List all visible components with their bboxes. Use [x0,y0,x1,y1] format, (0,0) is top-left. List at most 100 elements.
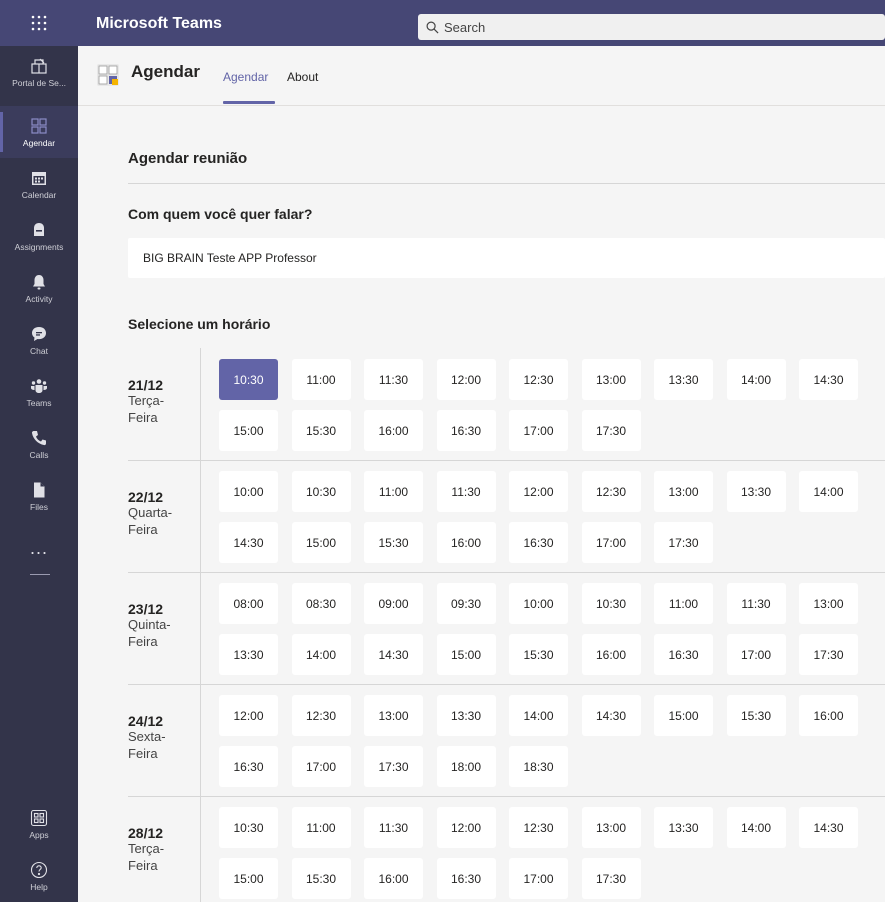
time-slot-button[interactable]: 17:00 [509,410,568,451]
time-slot-button[interactable]: 14:30 [581,695,641,736]
time-slot-button[interactable]: 12:30 [509,807,568,848]
rail-item-help[interactable]: Help [0,850,78,902]
time-slot-button[interactable]: 16:30 [436,410,496,451]
time-slot-button[interactable]: 15:00 [219,858,278,899]
rail-item-calls[interactable]: Calls [0,418,78,470]
time-slot-button[interactable]: 17:30 [581,410,641,451]
time-slot-button[interactable]: 15:00 [291,522,351,563]
time-slot-button[interactable]: 11:00 [291,807,351,848]
time-slot-button[interactable]: 10:30 [291,471,351,512]
time-slot-button[interactable]: 16:30 [219,746,278,787]
time-slot-button[interactable]: 15:30 [726,695,786,736]
time-slot-button[interactable]: 15:00 [219,410,278,451]
time-slot-button[interactable]: 16:00 [581,634,641,675]
time-slot-button[interactable]: 12:30 [581,471,641,512]
day-divider [200,796,201,902]
time-slot-button[interactable]: 15:30 [291,858,351,899]
time-slot-button[interactable]: 16:00 [799,695,858,736]
rail-item-files[interactable]: Files [0,470,78,522]
rail-item-label: Chat [30,345,48,356]
time-slot-button[interactable]: 15:30 [509,634,568,675]
time-slot-button[interactable]: 11:00 [364,471,423,512]
time-slot-button[interactable]: 16:30 [654,634,713,675]
time-slot-button[interactable]: 11:30 [726,583,786,624]
rail-item-assignments[interactable]: Assignments [0,210,78,262]
tab-about[interactable]: About [287,70,318,84]
agendar-icon [31,117,47,134]
waffle-icon[interactable] [0,0,78,46]
time-slot-button[interactable]: 16:00 [436,522,496,563]
time-slot-button[interactable]: 17:00 [581,522,641,563]
rail-item-more[interactable]: ... [0,522,78,574]
time-slot-button[interactable]: 11:00 [291,359,351,400]
search-input[interactable]: Search [418,14,885,40]
time-slot-button[interactable]: 16:00 [364,410,423,451]
rail-item-agendar[interactable]: Agendar [0,106,78,158]
time-slot-button[interactable]: 08:30 [291,583,351,624]
time-slot-button[interactable]: 10:30 [581,583,641,624]
time-slot-button[interactable]: 14:30 [799,807,858,848]
time-slot-button[interactable]: 14:00 [799,471,858,512]
time-slot-button[interactable]: 17:30 [799,634,858,675]
time-slot-button[interactable]: 14:30 [219,522,278,563]
time-slot-button[interactable]: 17:00 [726,634,786,675]
time-slot-button[interactable]: 17:30 [364,746,423,787]
time-slot-button[interactable]: 14:00 [726,807,786,848]
time-slot-button[interactable]: 16:30 [436,858,496,899]
time-slot-button[interactable]: 12:00 [219,695,278,736]
time-slot-button[interactable]: 11:30 [364,807,423,848]
day-weekday: Terça-Feira [128,393,165,425]
time-slot-button[interactable]: 09:30 [436,583,496,624]
time-slot-button[interactable]: 14:00 [509,695,568,736]
time-slot-button[interactable]: 13:30 [219,634,278,675]
time-slot-button[interactable]: 15:30 [291,410,351,451]
time-slot-button[interactable]: 15:00 [436,634,496,675]
time-slot-button[interactable]: 18:30 [509,746,568,787]
time-slot-button[interactable]: 14:00 [291,634,351,675]
time-slot-button[interactable]: 12:00 [509,471,568,512]
rail-item-calendar[interactable]: Calendar [0,158,78,210]
time-slot-button[interactable]: 09:00 [364,583,423,624]
rail-item-portal[interactable]: Portal de Se... [0,46,78,98]
time-slot-button[interactable]: 11:00 [654,583,713,624]
time-slot-button[interactable]: 13:00 [654,471,713,512]
rail-item-chat[interactable]: Chat [0,314,78,366]
time-slot-button[interactable]: 14:30 [364,634,423,675]
time-slot-button[interactable]: 17:30 [654,522,713,563]
time-slot-button[interactable]: 10:00 [219,471,278,512]
divider [128,183,885,184]
time-slot-button[interactable]: 10:30 [219,807,278,848]
tab-agendar[interactable]: Agendar [223,70,268,84]
time-slot-button[interactable]: 11:30 [436,471,496,512]
person-field[interactable]: BIG BRAIN Teste APP Professor [128,238,885,278]
time-slot-button[interactable]: 13:30 [654,359,713,400]
time-slot-button[interactable]: 17:00 [291,746,351,787]
time-slot-button[interactable]: 08:00 [219,583,278,624]
time-slot-button[interactable]: 18:00 [436,746,496,787]
rail-item-teams[interactable]: Teams [0,366,78,418]
time-slot-button[interactable]: 13:30 [436,695,496,736]
time-slot-button[interactable]: 13:30 [726,471,786,512]
time-slot-button[interactable]: 10:00 [509,583,568,624]
time-slot-button[interactable]: 16:00 [364,858,423,899]
time-slot-button[interactable]: 12:30 [291,695,351,736]
time-slot-button[interactable]: 14:00 [726,359,786,400]
time-slot-button[interactable]: 12:00 [436,359,496,400]
rail-item-activity[interactable]: Activity [0,262,78,314]
time-slot-button[interactable]: 14:30 [799,359,858,400]
time-slot-button[interactable]: 16:30 [509,522,568,563]
time-slot-button[interactable]: 10:30 [219,359,278,400]
time-slot-button[interactable]: 13:00 [364,695,423,736]
time-slot-button[interactable]: 13:00 [581,359,641,400]
time-slot-button[interactable]: 12:00 [436,807,496,848]
time-slot-button[interactable]: 13:30 [654,807,713,848]
time-slot-button[interactable]: 15:00 [654,695,713,736]
time-slot-button[interactable]: 15:30 [364,522,423,563]
time-slot-button[interactable]: 11:30 [364,359,423,400]
time-slot-button[interactable]: 17:00 [509,858,568,899]
time-slot-button[interactable]: 17:30 [581,858,641,899]
rail-item-apps[interactable]: Apps [0,798,78,850]
time-slot-button[interactable]: 12:30 [509,359,568,400]
time-slot-button[interactable]: 13:00 [799,583,858,624]
time-slot-button[interactable]: 13:00 [581,807,641,848]
